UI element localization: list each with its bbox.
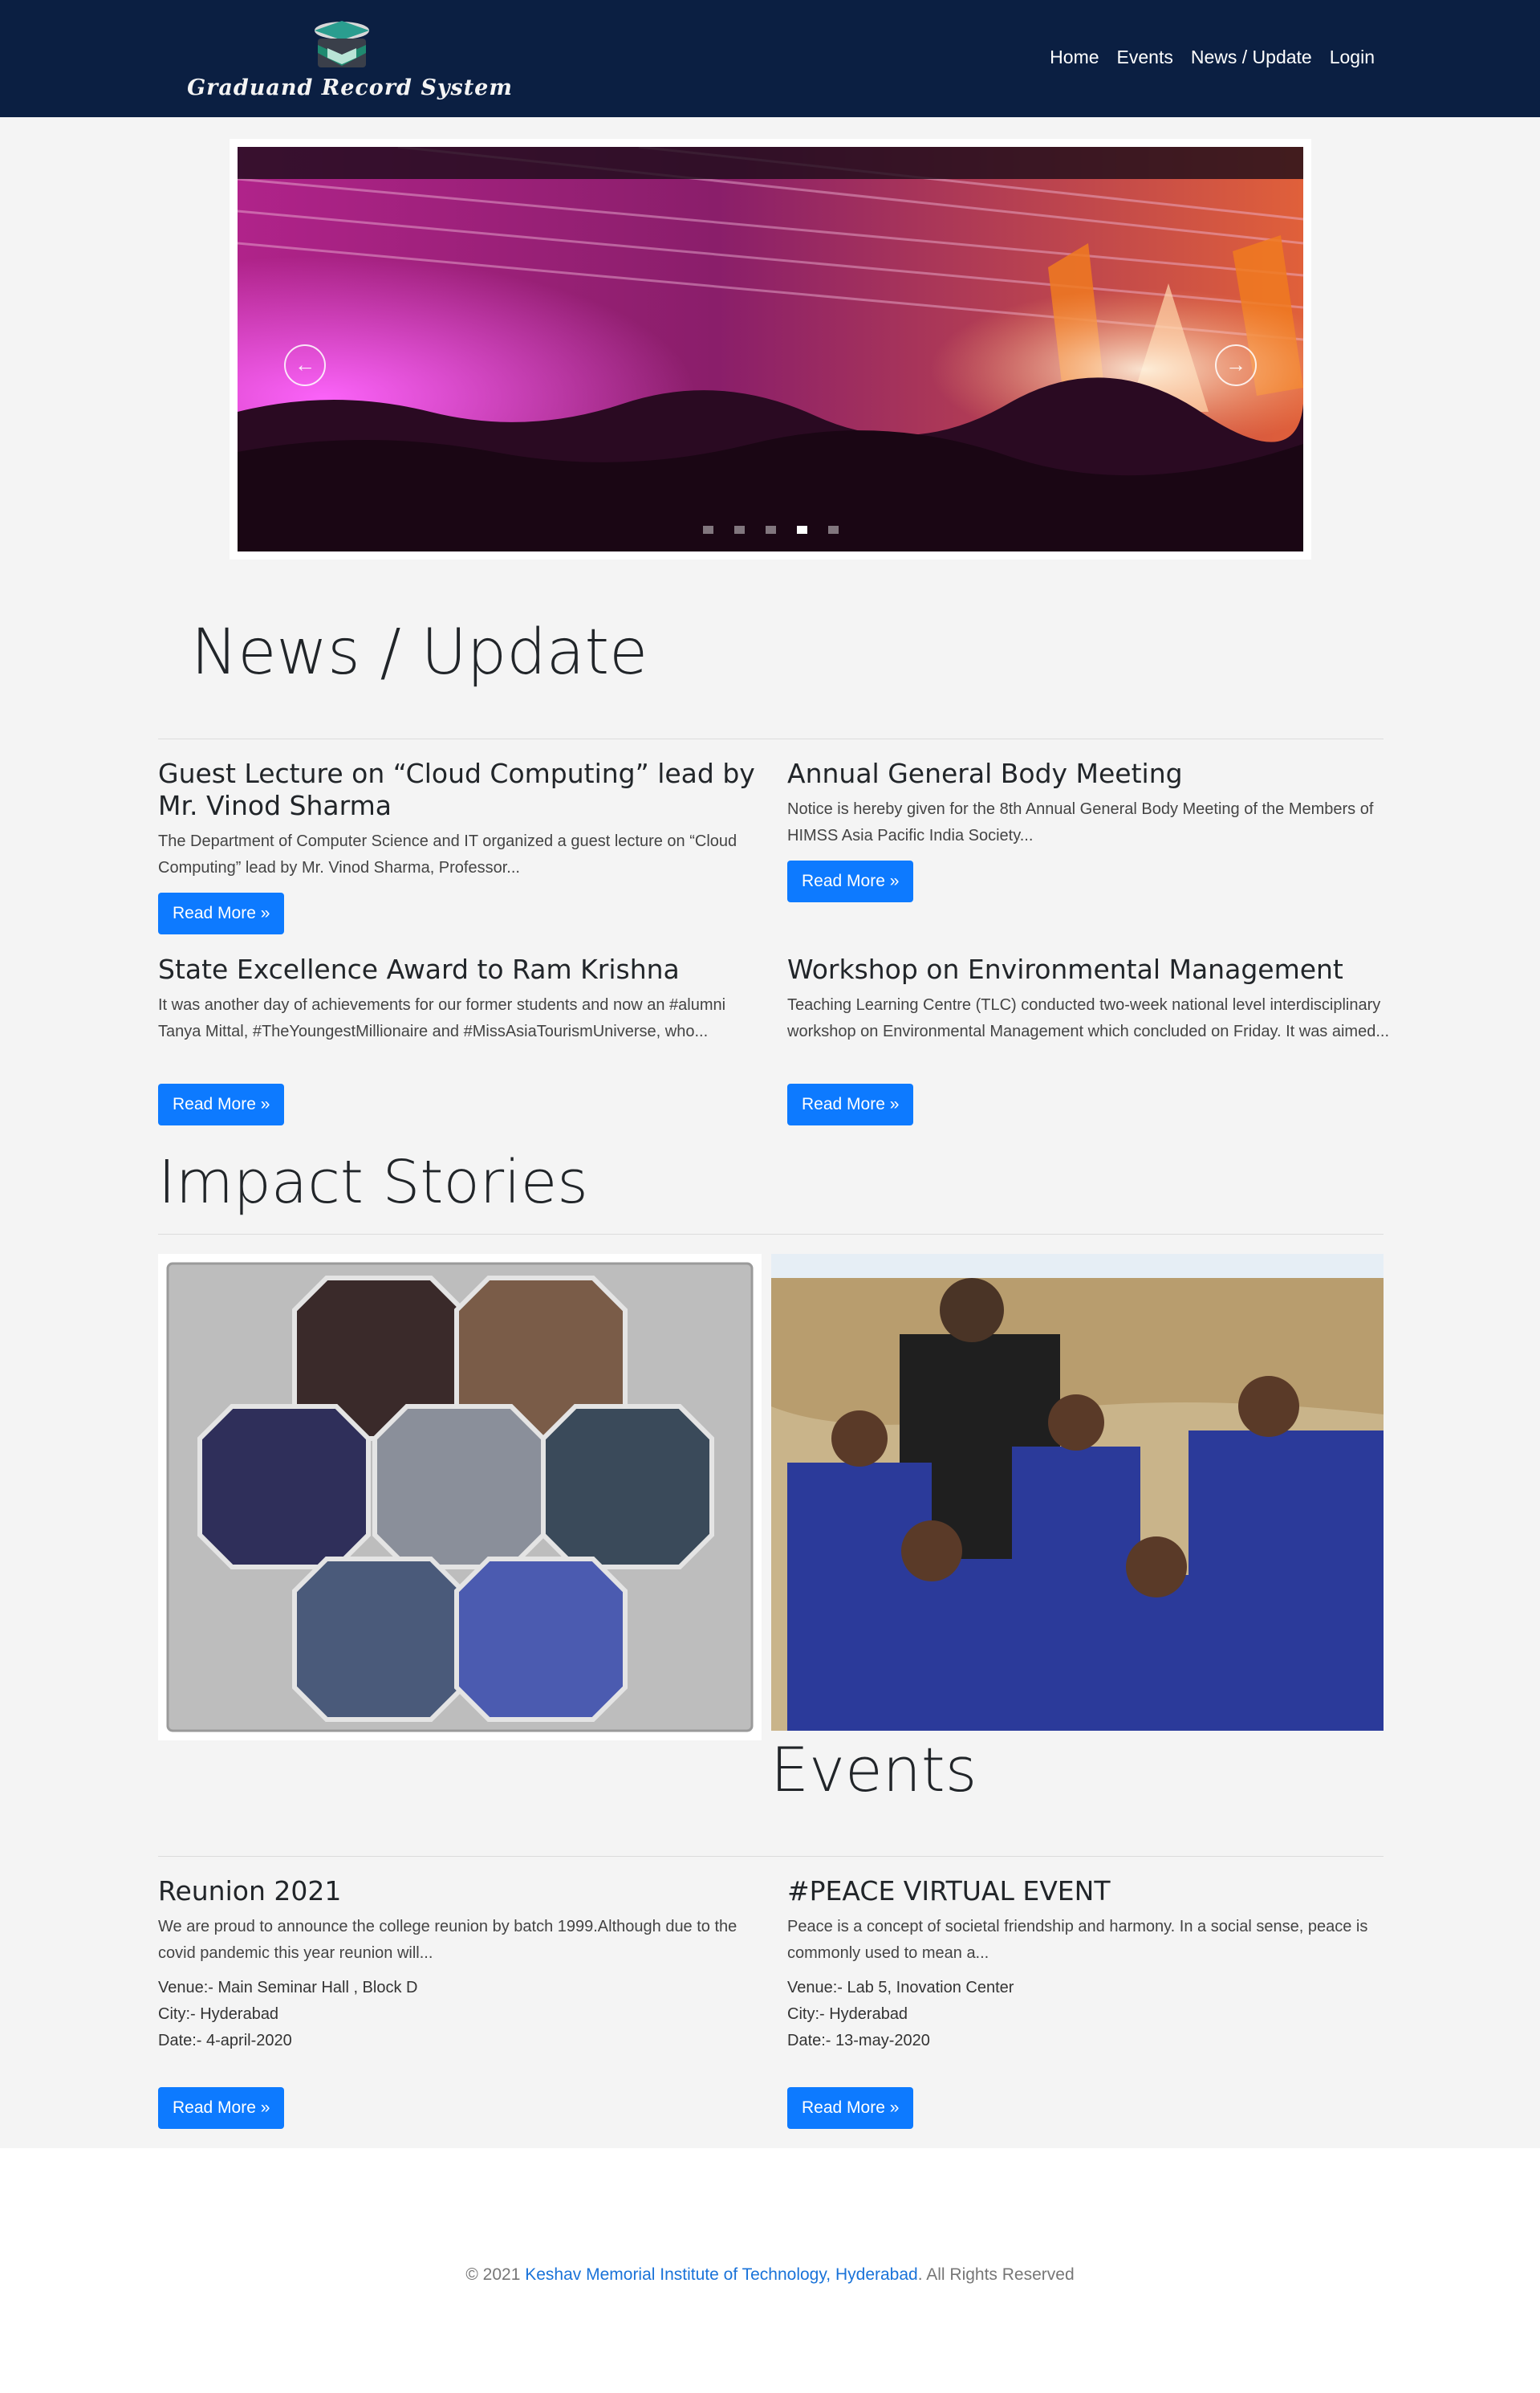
nav-news-update[interactable]: News / Update bbox=[1191, 47, 1312, 68]
brand-name: Graduand Record System bbox=[187, 75, 513, 100]
news-section-title: News / Update bbox=[191, 617, 648, 689]
event-card: #PEACE VIRTUAL EVENT Peace is a concept … bbox=[787, 1875, 1397, 2132]
copyright-prefix: © 2021 bbox=[465, 2265, 526, 2284]
impact-section-title: Impact Stories bbox=[158, 1148, 588, 1217]
events-section-title: Events bbox=[770, 1734, 977, 1805]
institute-link[interactable]: Keshav Memorial Institute of Technology,… bbox=[525, 2265, 918, 2284]
event-city: City:- Hyderabad bbox=[158, 2005, 279, 2023]
news-title: Workshop on Environmental Management bbox=[787, 954, 1343, 985]
event-venue: Venue:- Main Seminar Hall , Block D bbox=[158, 1979, 418, 1996]
news-summary: It was another day of achievements for o… bbox=[158, 996, 726, 1040]
event-venue: Venue:- Lab 5, Inovation Center bbox=[787, 1979, 1014, 1996]
event-city: City:- Hyderabad bbox=[787, 2005, 908, 2023]
news-card: Annual General Body Meeting Notice is he… bbox=[787, 758, 1397, 902]
divider bbox=[158, 1234, 1384, 1235]
carousel-indicator[interactable] bbox=[733, 526, 745, 534]
event-summary: Peace is a concept of societal friendshi… bbox=[787, 1918, 1368, 1962]
brand-logo[interactable]: Graduand Record System bbox=[173, 18, 526, 106]
divider bbox=[158, 1856, 1384, 1857]
nav-menu: Home Events News / Update Login bbox=[1050, 47, 1375, 68]
news-card: Workshop on Environmental Management Tea… bbox=[787, 954, 1397, 1125]
carousel-next-button[interactable]: → bbox=[1215, 344, 1257, 386]
impact-story-collage-image bbox=[158, 1254, 762, 1740]
news-title: Guest Lecture on “Cloud Computing” lead … bbox=[158, 758, 755, 821]
hero-carousel: ← → bbox=[230, 139, 1311, 560]
arrow-right-icon: → bbox=[1225, 352, 1246, 376]
news-summary: Notice is hereby given for the 8th Annua… bbox=[787, 800, 1374, 844]
carousel-indicators bbox=[238, 526, 1303, 534]
nav-events[interactable]: Events bbox=[1117, 47, 1173, 68]
read-more-button[interactable]: Read More » bbox=[787, 1084, 914, 1125]
news-summary: The Department of Computer Science and I… bbox=[158, 832, 737, 877]
event-date: Date:- 13-may-2020 bbox=[787, 2032, 930, 2049]
nav-login[interactable]: Login bbox=[1330, 47, 1375, 68]
carousel-slide-image: ← → bbox=[238, 147, 1303, 551]
news-card: State Excellence Award to Ram Krishna It… bbox=[158, 954, 768, 1125]
copyright-text: © 2021 Keshav Memorial Institute of Tech… bbox=[0, 2265, 1540, 2285]
event-details: Venue:- Lab 5, Inovation Center City:- H… bbox=[787, 1975, 1397, 2054]
event-details: Venue:- Main Seminar Hall , Block D City… bbox=[158, 1975, 768, 2054]
event-summary: We are proud to announce the college reu… bbox=[158, 1918, 737, 1962]
copyright-suffix: . All Rights Reserved bbox=[917, 2265, 1075, 2284]
read-more-button[interactable]: Read More » bbox=[787, 861, 914, 902]
news-summary: Teaching Learning Centre (TLC) conducted… bbox=[787, 996, 1390, 1040]
footer: © 2021 Keshav Memorial Institute of Tech… bbox=[0, 2148, 1540, 2393]
impact-story-photo bbox=[771, 1254, 1384, 1731]
carousel-indicator-active[interactable] bbox=[796, 526, 807, 534]
event-title: Reunion 2021 bbox=[158, 1875, 342, 1907]
news-title: State Excellence Award to Ram Krishna bbox=[158, 954, 680, 985]
carousel-prev-button[interactable]: ← bbox=[284, 344, 326, 386]
read-more-button[interactable]: Read More » bbox=[158, 2087, 285, 2129]
carousel-indicator[interactable] bbox=[827, 526, 839, 534]
carousel-indicator[interactable] bbox=[702, 526, 713, 534]
navbar: Graduand Record System Home Events News … bbox=[0, 0, 1540, 117]
graduation-cap-book-icon bbox=[315, 21, 369, 67]
read-more-button[interactable]: Read More » bbox=[787, 2087, 914, 2129]
news-card: Guest Lecture on “Cloud Computing” lead … bbox=[158, 758, 768, 934]
event-date: Date:- 4-april-2020 bbox=[158, 2032, 292, 2049]
read-more-button[interactable]: Read More » bbox=[158, 893, 285, 934]
event-title: #PEACE VIRTUAL EVENT bbox=[787, 1875, 1111, 1907]
carousel-indicator[interactable] bbox=[765, 526, 776, 534]
read-more-button[interactable]: Read More » bbox=[158, 1084, 285, 1125]
event-card: Reunion 2021 We are proud to announce th… bbox=[158, 1875, 768, 2132]
news-title: Annual General Body Meeting bbox=[787, 758, 1183, 789]
nav-home[interactable]: Home bbox=[1050, 47, 1099, 68]
arrow-left-icon: ← bbox=[295, 352, 315, 376]
